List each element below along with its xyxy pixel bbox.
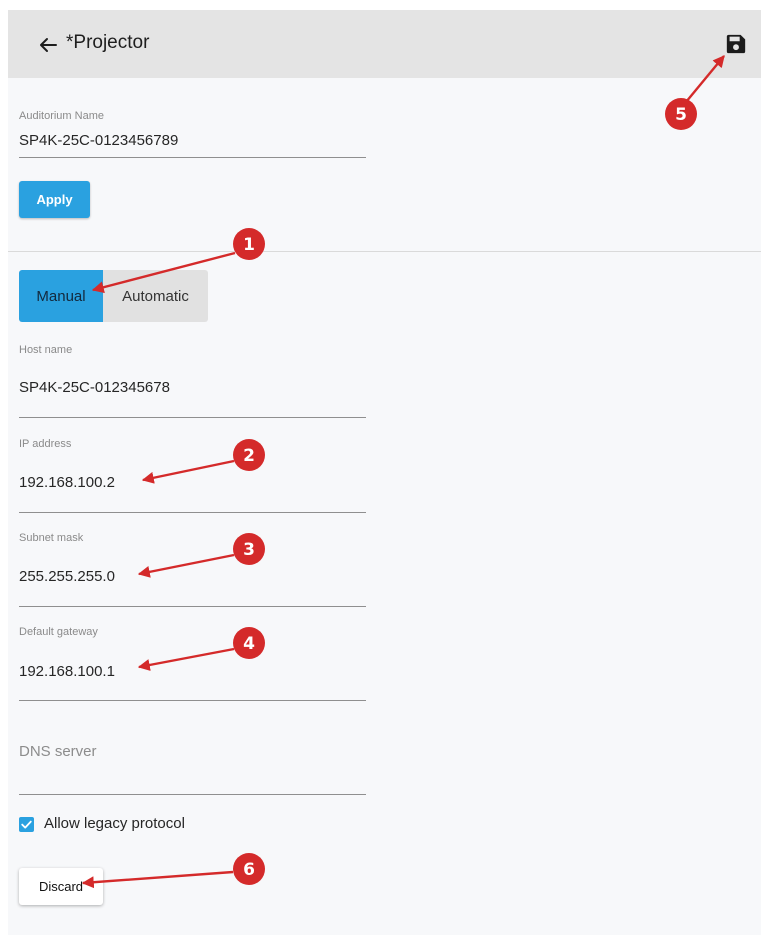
subnet-mask-value[interactable]: 255.255.255.0 [19,568,115,585]
ip-mode-toggle: Manual Automatic [19,270,208,322]
subnet-mask-underline [19,606,366,607]
manual-mode-button[interactable]: Manual [19,270,103,322]
dns-server-label: DNS server [19,743,97,760]
default-gateway-field[interactable]: Default gateway 192.168.100.1 [19,626,366,706]
ip-address-underline [19,512,366,513]
apply-button[interactable]: Apply [19,181,90,218]
auditorium-name-field[interactable]: Auditorium Name SP4K-25C-0123456789 [19,110,366,160]
host-name-value[interactable]: SP4K-25C-012345678 [19,379,170,396]
auditorium-name-value[interactable]: SP4K-25C-0123456789 [19,132,178,149]
header-bar: *Projector [8,10,761,78]
ip-address-value[interactable]: 192.168.100.2 [19,474,115,491]
dns-server-field[interactable]: DNS server [19,743,366,798]
checkmark-icon [21,820,32,829]
host-name-label: Host name [19,344,73,356]
automatic-mode-button[interactable]: Automatic [103,270,208,322]
section-divider [8,251,761,252]
discard-button[interactable]: Discard [19,868,103,905]
subnet-mask-field[interactable]: Subnet mask 255.255.255.0 [19,532,366,612]
floppy-disk-icon[interactable] [725,33,747,55]
auditorium-name-label: Auditorium Name [19,110,104,122]
default-gateway-value[interactable]: 192.168.100.1 [19,663,115,680]
dns-server-underline [19,794,366,795]
default-gateway-label: Default gateway [19,626,98,638]
legacy-protocol-checkbox[interactable] [19,817,34,832]
host-name-underline [19,417,366,418]
subnet-mask-label: Subnet mask [19,532,84,544]
ip-address-label: IP address [19,438,72,450]
ip-address-field[interactable]: IP address 192.168.100.2 [19,438,366,518]
legacy-protocol-label: Allow legacy protocol [44,815,185,832]
default-gateway-underline [19,700,366,701]
projector-settings-page: *Projector Auditorium Name SP4K-25C-0123… [8,10,761,935]
host-name-field[interactable]: Host name SP4K-25C-012345678 [19,344,366,418]
arrow-left-icon[interactable] [36,33,60,57]
page-title: *Projector [66,32,150,53]
auditorium-name-underline [19,157,366,158]
